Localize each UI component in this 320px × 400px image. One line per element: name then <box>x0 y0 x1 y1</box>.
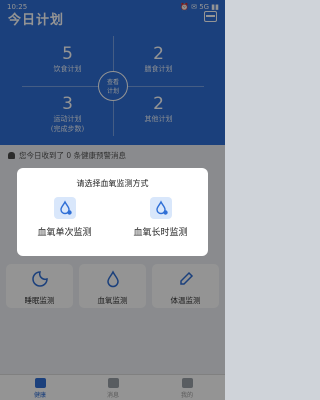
long-measure-option[interactable]: 血氧长时监测 <box>113 197 208 238</box>
long-measure-label: 血氧长时监测 <box>133 228 188 238</box>
single-measure-option[interactable]: 血氧单次监测 <box>17 197 112 238</box>
blood-oxygen-mode-dialog: 请选择血氧监测方式 血氧单次监测 血氧长时监测 <box>17 168 208 256</box>
dialog-title: 请选择血氧监测方式 <box>76 179 149 188</box>
single-measure-label: 血氧单次监测 <box>37 228 92 238</box>
blood-oxygen-long-icon <box>149 197 172 219</box>
blood-oxygen-single-icon <box>53 197 76 219</box>
